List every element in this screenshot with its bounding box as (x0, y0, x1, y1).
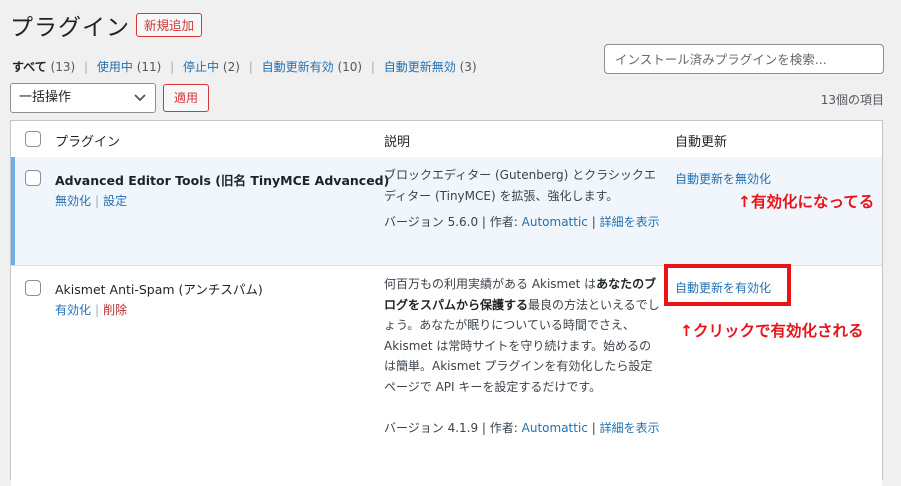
item-count: 13個の項目 (820, 93, 884, 107)
filter-auto-update-enabled[interactable]: 自動更新有効 (262, 60, 334, 74)
active-indicator (11, 157, 15, 265)
settings-link[interactable]: 設定 (103, 194, 127, 208)
column-header-plugin: プラグイン (55, 135, 121, 150)
divider: | (248, 60, 253, 74)
annotation-auto-update-enabled: ↑有効化になってる (738, 193, 875, 211)
filter-all[interactable]: すべて (12, 60, 47, 74)
column-header-description: 説明 (384, 135, 411, 150)
plugin-name: Akismet Anti-Spam (アンチスパム) (55, 282, 263, 297)
filter-active[interactable]: 使用中 (97, 60, 133, 74)
row-actions: 無効化 | 設定 (55, 192, 127, 209)
bulk-action-value: 一括操作 (19, 90, 72, 105)
author-label: 作者: (489, 421, 518, 435)
add-new-button[interactable]: 新規追加 (136, 13, 203, 37)
description-text: 何百万もの利用実績がある Akismet は (384, 277, 597, 291)
status-filters: すべて (13) | 使用中 (11) | 停止中 (2) | 自動更新有効 (… (12, 58, 477, 75)
details-link[interactable]: 詳細を表示 (600, 421, 660, 435)
plugin-description: 何百万もの利用実績がある Akismet はあなたのブログをスパムから保護する最… (384, 274, 662, 397)
details-link[interactable]: 詳細を表示 (600, 215, 660, 229)
filter-inactive[interactable]: 停止中 (183, 60, 219, 74)
filter-all-count: (13) (50, 60, 76, 74)
filter-inactive-count: (2) (222, 60, 240, 74)
divider: | (370, 60, 375, 74)
author-label: 作者: (489, 215, 518, 229)
plugin-meta: バージョン 5.6.0 | 作者: Automattic | 詳細を表示 (384, 215, 660, 229)
author-link[interactable]: Automattic (522, 421, 588, 435)
bulk-action-select[interactable]: 一括操作 (10, 83, 156, 113)
apply-button[interactable]: 適用 (163, 84, 210, 112)
chevron-down-icon (134, 94, 146, 102)
page-title: プラグイン (10, 15, 130, 41)
version: バージョン 5.6.0 (384, 215, 479, 229)
author-link[interactable]: Automattic (522, 215, 588, 229)
divider: | (170, 60, 175, 74)
filter-auto-update-enabled-count: (10) (337, 60, 363, 74)
plugin-description: ブロックエディター (Gutenberg) とクラシックエディター (TinyM… (384, 168, 656, 203)
annotation-click-to-enable: ↑クリックで有効化される (680, 322, 864, 340)
row-actions: 有効化 | 削除 (55, 301, 127, 318)
filter-auto-update-disabled[interactable]: 自動更新無効 (384, 60, 456, 74)
divider: | (95, 303, 100, 317)
table-header: プラグイン 説明 自動更新 (11, 121, 882, 158)
plugin-name: Advanced Editor Tools (旧名 TinyMCE Advanc… (55, 173, 390, 188)
highlight-box (664, 264, 791, 306)
deactivate-link[interactable]: 無効化 (55, 194, 91, 208)
row-checkbox[interactable] (25, 170, 41, 186)
plugins-table: プラグイン 説明 自動更新 Advanced Editor Tools (旧名 … (10, 120, 883, 486)
version: バージョン 4.1.9 (384, 421, 479, 435)
delete-link[interactable]: 削除 (103, 303, 127, 317)
plugin-meta: バージョン 4.1.9 | 作者: Automattic | 詳細を表示 (384, 421, 660, 435)
search-input[interactable] (604, 44, 884, 74)
activate-link[interactable]: 有効化 (55, 303, 91, 317)
select-all-checkbox[interactable] (25, 131, 41, 147)
disable-auto-update-link[interactable]: 自動更新を無効化 (675, 170, 771, 187)
divider: | (95, 194, 100, 208)
filter-auto-update-disabled-count: (3) (459, 60, 477, 74)
row-checkbox[interactable] (25, 280, 41, 296)
filter-active-count: (11) (136, 60, 162, 74)
divider: | (83, 60, 89, 74)
column-header-auto-update: 自動更新 (675, 135, 728, 150)
